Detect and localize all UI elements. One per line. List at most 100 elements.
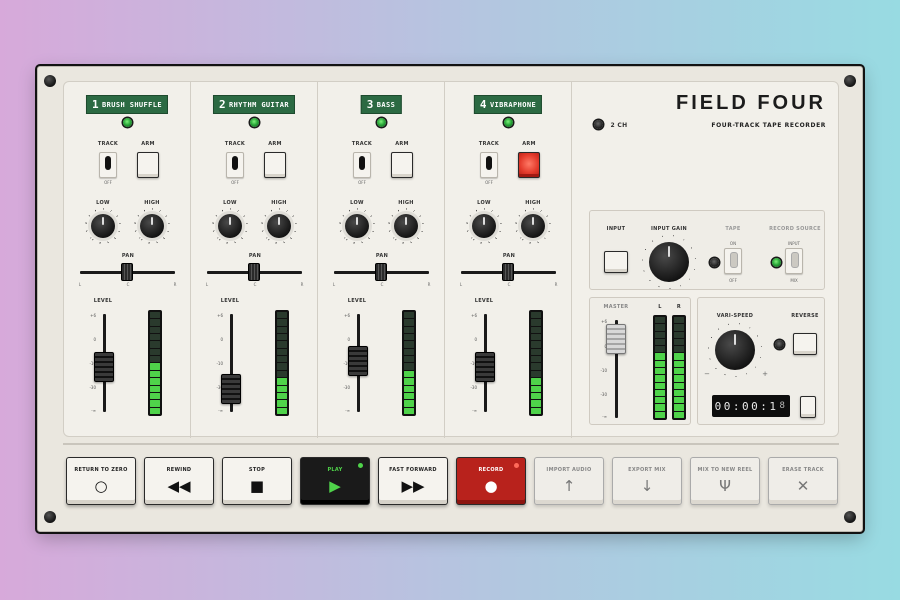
high-eq-label: HIGH	[525, 200, 541, 206]
transport-label: STOP	[248, 467, 266, 473]
screw-icon	[844, 511, 856, 523]
level-fader[interactable]	[475, 352, 495, 382]
meter-segment	[404, 319, 414, 326]
meter-segment	[655, 324, 665, 331]
mixer-panel: 1 BRUSH SHUFFLE TRACK ARM OFF LOW HIGH PA…	[63, 81, 840, 438]
pan-slider[interactable]	[248, 263, 260, 281]
meter-segment	[404, 356, 414, 363]
pan-r-label: R	[173, 282, 177, 287]
low-eq-knob[interactable]	[345, 214, 369, 238]
import-audio-button[interactable]: IMPORT AUDIO ↑	[534, 457, 604, 505]
record-source-toggle[interactable]	[785, 248, 803, 274]
pan-label: PAN	[121, 253, 135, 259]
track-label: TRACK	[97, 141, 119, 147]
tape-off-label: OFF	[729, 278, 737, 283]
stop-button[interactable]: STOP ■	[222, 457, 292, 505]
meter-segment	[277, 311, 287, 319]
channel-number: 3	[366, 98, 374, 111]
meter-segment	[150, 363, 160, 370]
erase-track-button[interactable]: ERASE TRACK ✕	[768, 457, 838, 505]
low-eq-knob[interactable]	[218, 214, 242, 238]
low-eq-knob[interactable]	[472, 214, 496, 238]
arm-button[interactable]	[518, 152, 540, 178]
high-eq-knob[interactable]	[267, 214, 291, 238]
level-meter	[148, 310, 162, 416]
return-to-zero-button[interactable]: RETURN TO ZERO ○	[66, 457, 136, 505]
play-button[interactable]: PLAY ▶	[300, 457, 370, 505]
level-fader[interactable]	[348, 346, 368, 376]
transport-icon: ↑	[562, 477, 576, 495]
level-meter	[402, 310, 416, 416]
meter-segment	[674, 331, 684, 338]
meter-segment	[655, 338, 665, 346]
level-scale-mark: -30	[343, 385, 350, 390]
master-l-label: L	[658, 304, 662, 310]
transport-label: PLAY	[327, 467, 343, 473]
arm-button[interactable]	[264, 152, 286, 178]
meter-segment	[277, 326, 287, 334]
meter-segment	[655, 389, 665, 397]
input-button[interactable]	[604, 251, 628, 273]
pan-slider[interactable]	[121, 263, 133, 281]
meter-segment	[277, 370, 287, 378]
pan-slider[interactable]	[375, 263, 387, 281]
channel-signal-led	[504, 118, 513, 127]
meter-segment	[674, 368, 684, 375]
arm-label: ARM	[395, 141, 409, 147]
meter-segment	[674, 360, 684, 368]
track-toggle[interactable]	[353, 152, 371, 178]
channel-signal-led	[123, 118, 132, 127]
rewind-button[interactable]: REWIND ◀◀	[144, 457, 214, 505]
fast-forward-button[interactable]: FAST FORWARD ▶▶	[378, 457, 448, 505]
low-eq-knob[interactable]	[91, 214, 115, 238]
input-gain-knob[interactable]	[649, 242, 689, 282]
screw-icon	[844, 75, 856, 87]
track-label: TRACK	[478, 141, 500, 147]
tape-toggle[interactable]	[724, 248, 742, 274]
record-button[interactable]: RECORD ●	[456, 457, 526, 505]
counter-digits: 00:00:1	[714, 399, 779, 413]
high-eq-knob[interactable]	[394, 214, 418, 238]
record-source-mix-label: MIX	[790, 278, 798, 283]
reverse-button[interactable]	[793, 333, 817, 355]
meter-segment	[674, 404, 684, 411]
level-meter	[529, 310, 543, 416]
track-toggle[interactable]	[226, 152, 244, 178]
pan-slider[interactable]	[502, 263, 514, 281]
level-scale-mark: +6	[217, 313, 223, 318]
meter-segment	[531, 363, 541, 370]
arm-button[interactable]	[137, 152, 159, 178]
counter-reset-button[interactable]	[800, 396, 816, 418]
right-control-panel: 2 CH FIELD FOUR FOUR-TRACK TAPE RECORDER…	[572, 82, 840, 438]
meter-segment	[404, 311, 414, 319]
meter-segment	[655, 375, 665, 382]
level-fader[interactable]	[221, 374, 241, 404]
meter-segment	[531, 407, 541, 414]
channel-name: BRUSH SHUFFLE	[102, 101, 163, 109]
meter-segment	[404, 348, 414, 356]
track-toggle[interactable]	[480, 152, 498, 178]
level-scale-mark: +6	[344, 313, 350, 318]
meter-segment	[404, 326, 414, 334]
level-label: LEVEL	[474, 298, 494, 304]
meter-segment	[277, 334, 287, 341]
master-scale-mark: -∞	[602, 414, 607, 419]
high-eq-knob[interactable]	[521, 214, 545, 238]
vari-minus-label: −	[704, 370, 710, 378]
vari-speed-knob[interactable]	[715, 330, 755, 370]
level-fader[interactable]	[94, 352, 114, 382]
level-label: LEVEL	[347, 298, 367, 304]
track-toggle[interactable]	[99, 152, 117, 178]
meter-segment	[531, 311, 541, 319]
level-scale-mark: +6	[471, 313, 477, 318]
transport-label: REWIND	[166, 467, 192, 473]
high-eq-knob[interactable]	[140, 214, 164, 238]
mix-to-new-reel-button[interactable]: MIX TO NEW REEL Ψ	[690, 457, 760, 505]
master-fader[interactable]	[606, 324, 626, 354]
arm-button[interactable]	[391, 152, 413, 178]
channel-number: 2	[218, 98, 227, 111]
transport-icon: ◀◀	[167, 477, 191, 495]
transport-icon: ●	[484, 477, 498, 495]
input-label: INPUT	[606, 226, 626, 232]
export-mix-button[interactable]: EXPORT MIX ↓	[612, 457, 682, 505]
